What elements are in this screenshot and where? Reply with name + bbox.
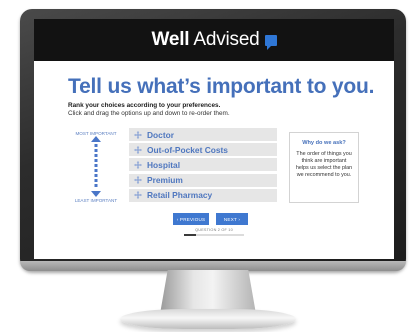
progress-bar xyxy=(184,234,244,236)
rank-option-hospital[interactable]: Hospital xyxy=(129,158,277,172)
brand-name-bold: Well xyxy=(151,29,190,50)
monitor-screen: Well Advised Tell us what’s important to… xyxy=(34,19,394,259)
rank-option-retail-pharmacy[interactable]: Retail Pharmacy xyxy=(129,188,277,202)
app-header: Well Advised xyxy=(34,19,394,61)
least-important-label: LEAST IMPORTANT xyxy=(74,198,118,203)
drag-handle-icon[interactable] xyxy=(134,176,142,185)
drag-handle-icon[interactable] xyxy=(134,160,142,169)
rank-option-label: Retail Pharmacy xyxy=(147,190,213,201)
speech-bubble-icon xyxy=(264,34,277,50)
monitor-stand-neck xyxy=(160,270,256,314)
brand-name-light: Advised xyxy=(193,29,260,50)
page-instructions: Click and drag the options up and down t… xyxy=(68,110,230,117)
page-title: Tell us what’s important to you. xyxy=(68,75,375,98)
double-arrow-icon xyxy=(91,136,101,197)
rank-option-out-of-pocket-costs[interactable]: Out-of-Pocket Costs xyxy=(129,143,277,157)
why-info-box: Why do we ask? The order of things you t… xyxy=(289,132,359,203)
ranking-options-list: Doctor Out-of-Pocket Costs Hospital Prem… xyxy=(129,128,277,204)
next-button[interactable]: NEXT › xyxy=(216,213,248,225)
rank-option-label: Out-of-Pocket Costs xyxy=(147,144,228,155)
why-title: Why do we ask? xyxy=(302,140,346,146)
previous-button[interactable]: ‹ PREVIOUS xyxy=(173,213,209,225)
rank-option-label: Hospital xyxy=(147,159,181,170)
brand-logo[interactable]: Well Advised xyxy=(151,29,277,51)
question-navigation: ‹ PREVIOUS NEXT › QUESTION 2 OF 10 xyxy=(34,209,394,245)
drag-handle-icon[interactable] xyxy=(134,130,142,139)
monitor-stand-base xyxy=(120,309,296,329)
page-subtitle: Rank your choices according to your pref… xyxy=(68,102,221,109)
main-content: Tell us what’s important to you. Rank yo… xyxy=(34,75,394,245)
drag-handle-icon[interactable] xyxy=(134,145,142,154)
why-text: The order of things you think are import… xyxy=(295,151,353,179)
rank-option-doctor[interactable]: Doctor xyxy=(129,128,277,141)
rank-option-label: Premium xyxy=(147,175,183,186)
drag-handle-icon[interactable] xyxy=(134,191,142,200)
rank-option-premium[interactable]: Premium xyxy=(129,173,277,187)
ranking-area: MOST IMPORTANT LEAST IMPORTANT Doctor Ou… xyxy=(68,127,394,209)
progress-bar-fill xyxy=(184,234,196,236)
rank-option-label: Doctor xyxy=(147,129,174,140)
question-counter: QUESTION 2 OF 10 xyxy=(195,228,233,232)
